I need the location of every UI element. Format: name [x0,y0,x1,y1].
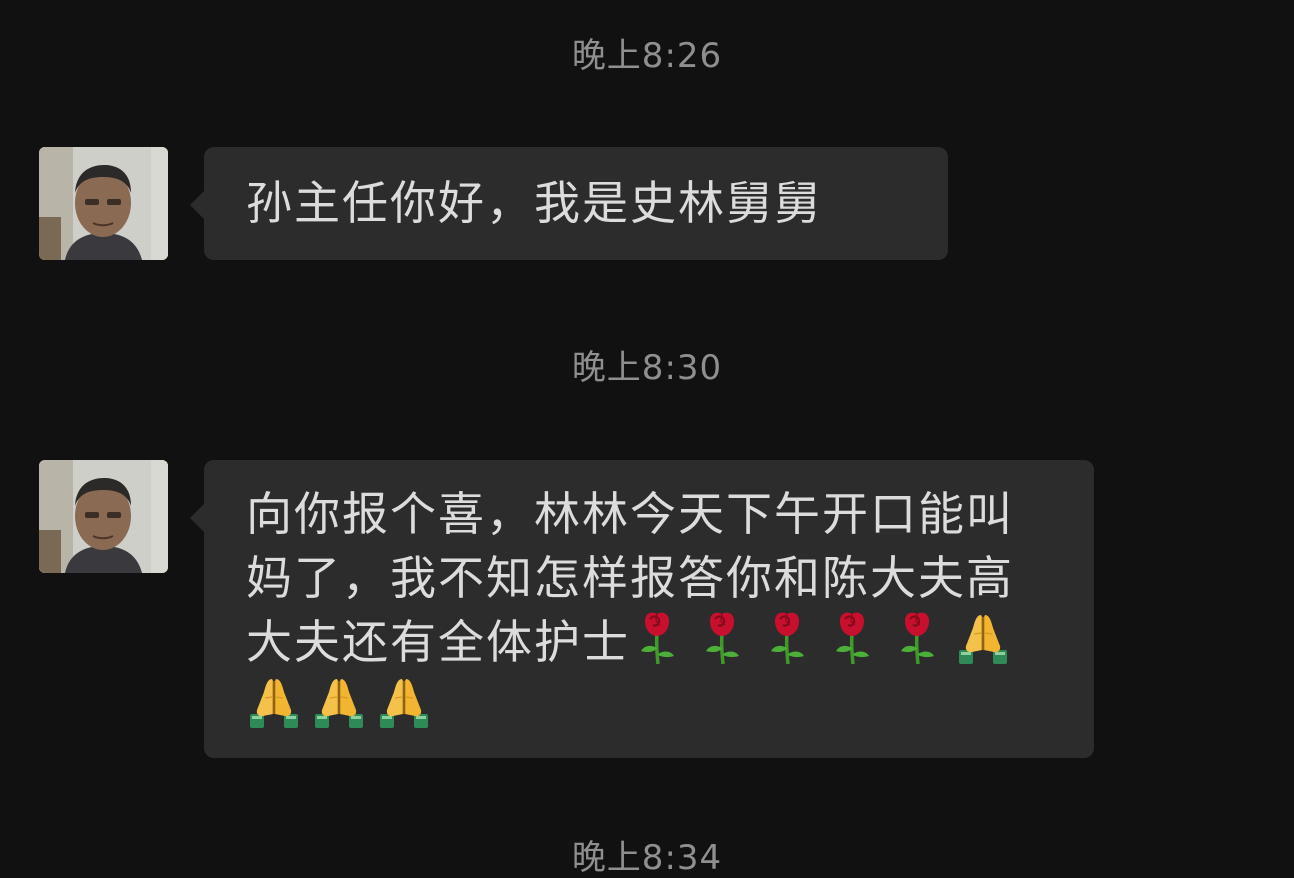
folded-hands-icon [376,674,432,730]
avatar-photo [39,147,168,260]
rose-icon [760,610,816,666]
folded-hands-icon [311,674,367,730]
timestamp: 晚上8:34 [571,838,723,878]
folded-hands-icon [955,610,1011,666]
rose-icon [825,610,881,666]
timestamp: 晚上8:30 [571,348,723,388]
message-text-block: 向你报个喜，林林今天下午开口能叫妈了，我不知怎样报答你和陈大夫高大夫还有全体护士 [246,482,1058,738]
message-text: 孙主任你好，我是史林舅舅 [246,176,822,230]
avatar-photo [39,460,168,573]
folded-hands-icon [246,674,302,730]
avatar[interactable] [39,460,168,573]
message-bubble[interactable]: 孙主任你好，我是史林舅舅 [190,147,948,260]
timestamp: 晚上8:26 [571,36,723,76]
rose-icon [695,610,751,666]
rose-icon [630,610,686,666]
avatar[interactable] [39,147,168,260]
message-bubble[interactable]: 向你报个喜，林林今天下午开口能叫妈了，我不知怎样报答你和陈大夫高大夫还有全体护士 [190,460,1094,758]
rose-icon [890,610,946,666]
